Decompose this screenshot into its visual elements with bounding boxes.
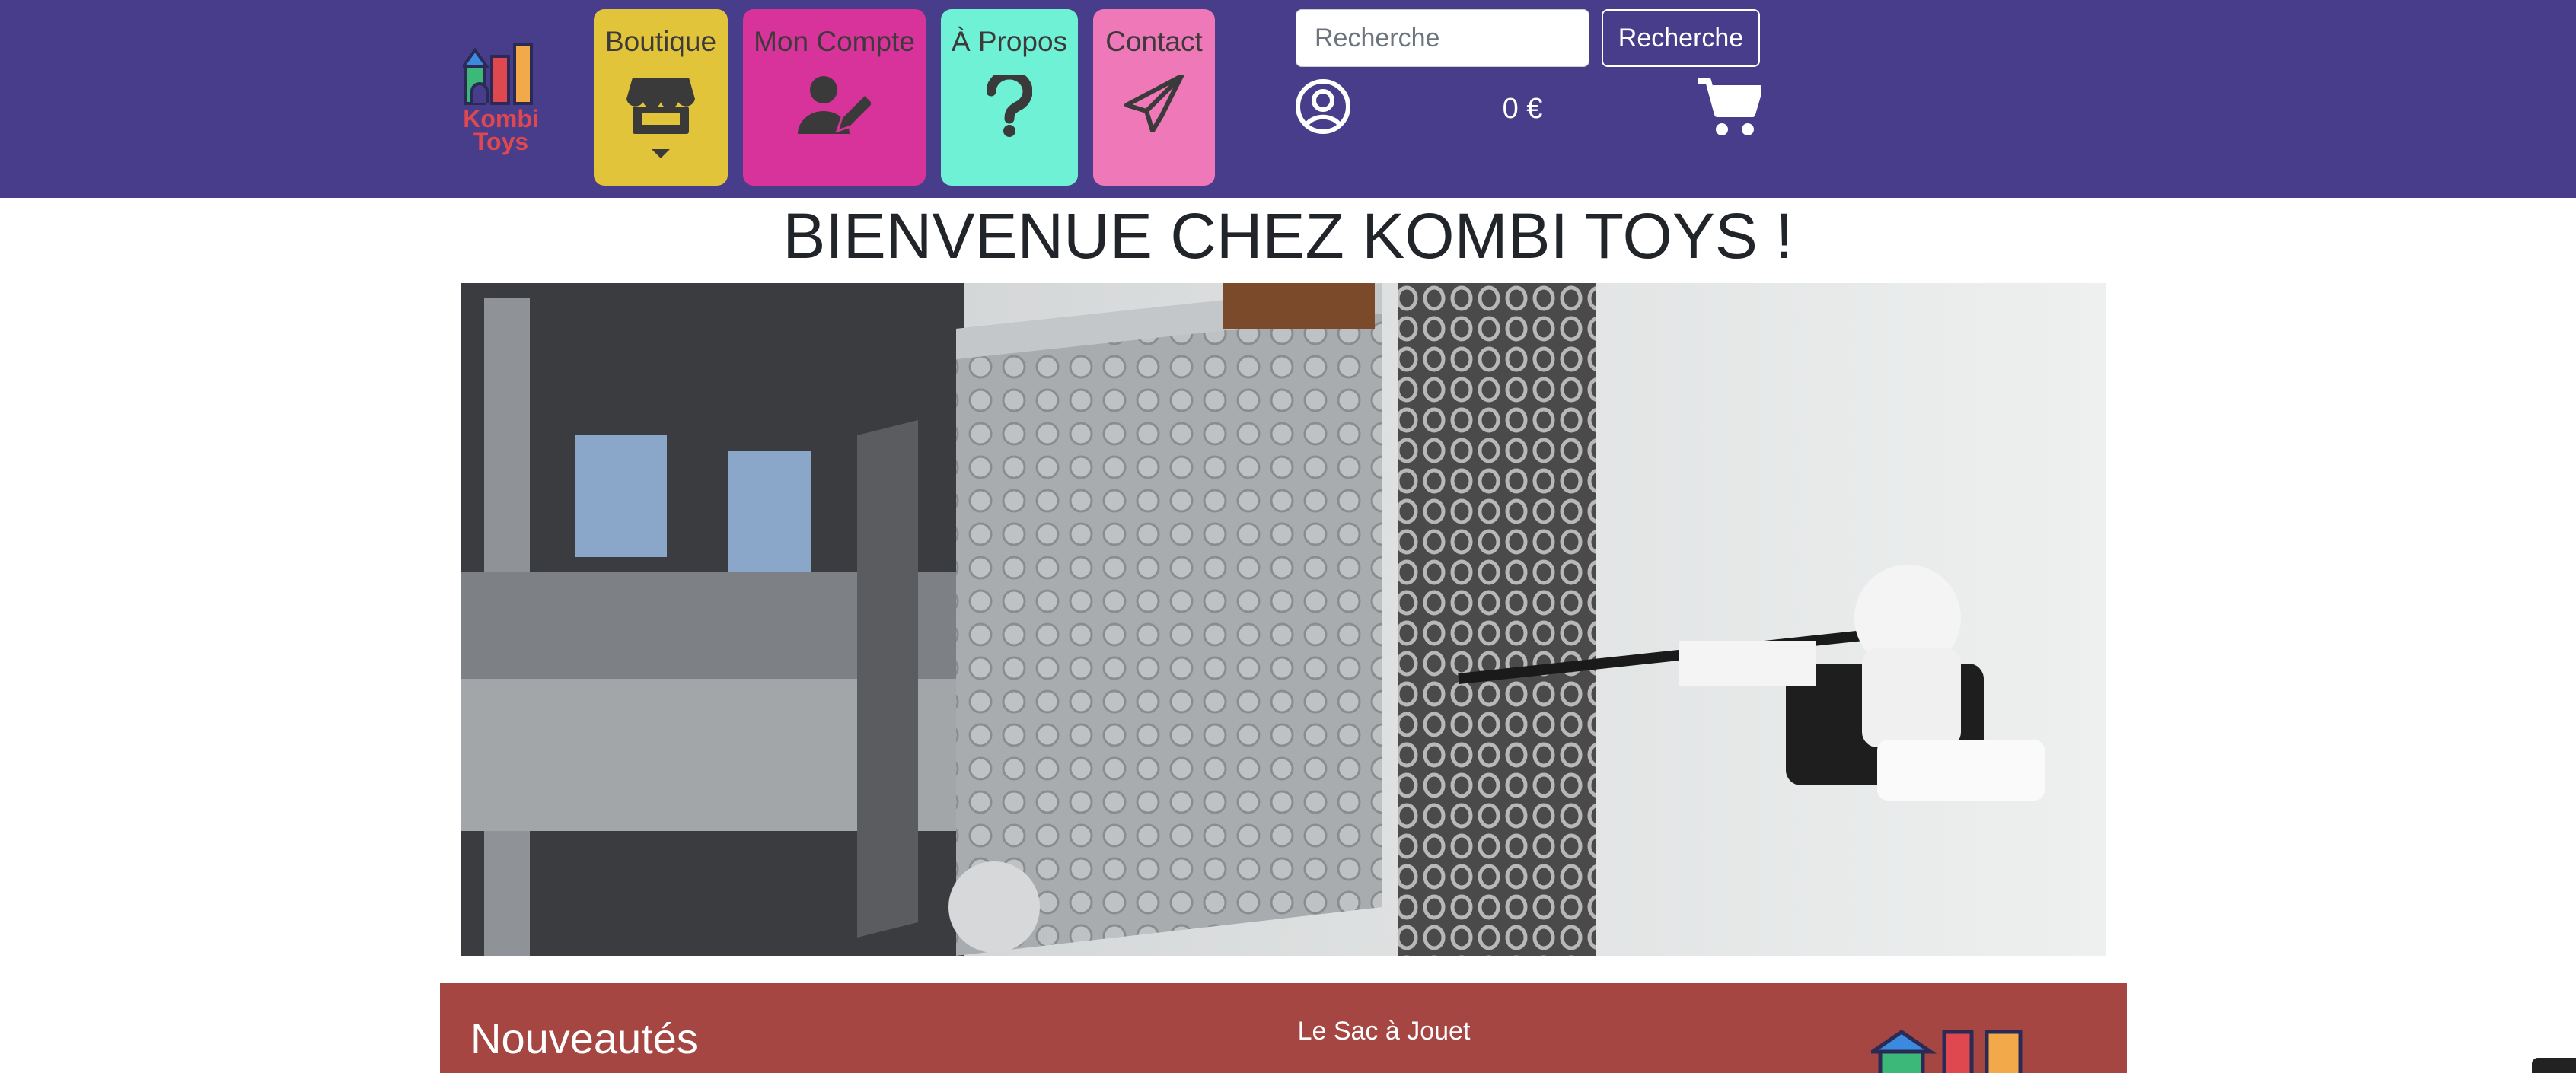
- site-logo[interactable]: Kombi Toys: [460, 40, 539, 155]
- user-edit-icon: [798, 76, 871, 134]
- page-title: BIENVENUE CHEZ KOMBI TOYS !: [783, 200, 1793, 272]
- nav-label-boutique: Boutique: [604, 26, 717, 57]
- nav-tile-contact[interactable]: Contact: [1093, 9, 1215, 186]
- lego-walker-photo: [461, 283, 2106, 956]
- shopping-cart-icon[interactable]: [1696, 76, 1761, 137]
- news-subtitle: Le Sac à Jouet: [1297, 1017, 1471, 1046]
- hero-image: [461, 283, 2106, 956]
- paper-plane-icon: [1124, 75, 1184, 132]
- cart-total: 0 €: [1502, 93, 1543, 125]
- corner-widget-tab[interactable]: [2532, 1058, 2576, 1073]
- logo-text-line2: Toys: [473, 128, 529, 155]
- nav-tile-boutique[interactable]: Boutique: [594, 9, 728, 186]
- nav-label-mon-compte: Mon Compte: [754, 26, 915, 57]
- nav-tile-mon-compte[interactable]: Mon Compte: [743, 9, 926, 186]
- toy-blocks-logo-icon: [460, 43, 533, 105]
- nav-label-a-propos: À Propos: [951, 26, 1068, 57]
- toy-blocks-logo-icon: [1871, 1029, 2023, 1073]
- search-input[interactable]: [1296, 9, 1589, 67]
- user-circle-icon[interactable]: [1294, 78, 1352, 135]
- search-button[interactable]: Recherche: [1602, 9, 1760, 67]
- nav-label-contact: Contact: [1105, 26, 1203, 57]
- site-header: Kombi Toys Boutique Mon Compte À Propos …: [0, 0, 2576, 198]
- question-icon: [987, 75, 1032, 137]
- store-icon: [626, 78, 695, 158]
- news-section: Nouveautés Le Sac à Jouet: [440, 983, 2127, 1073]
- nav-tile-a-propos[interactable]: À Propos: [941, 9, 1078, 186]
- news-title: Nouveautés: [470, 1014, 698, 1062]
